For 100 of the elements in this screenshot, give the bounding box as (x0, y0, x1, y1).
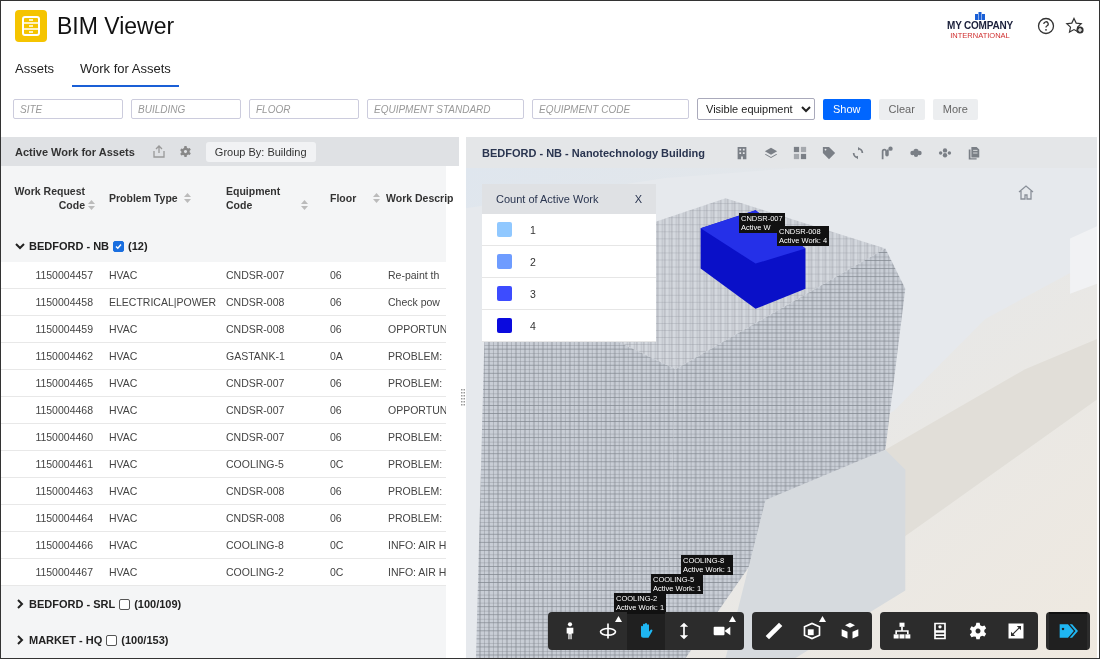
panel-title: Active Work for Assets (15, 145, 135, 158)
filter-field[interactable]: FLOOR (249, 99, 359, 119)
legend-label: 1 (530, 223, 536, 236)
legend-label: 2 (530, 255, 536, 268)
column-header: Problem Type (109, 191, 179, 205)
secondary-button[interactable]: More (932, 98, 978, 120)
table-cell-text: PROBLEM: (387, 485, 444, 497)
table-cell-text: CNDSR-008 (225, 512, 286, 524)
table-cell-text: 1150004461 (34, 458, 94, 470)
help-icon[interactable] (1037, 17, 1055, 35)
group-name: BEDFORD - NB (29, 240, 110, 252)
table-cell-text: INFO: AIR H (387, 539, 446, 551)
table-cell-text: 1150004457 (34, 269, 94, 281)
table-cell-text: COOLING-5 (225, 458, 285, 470)
table-cell-text: PROBLEM: (387, 431, 444, 443)
column-header: Work Descrip (386, 191, 454, 205)
app-title: BIM Viewer (57, 12, 176, 40)
primary-button[interactable]: Show (823, 98, 871, 120)
legend-label: 4 (530, 319, 536, 332)
table-cell-text: 06 (329, 512, 343, 524)
table-cell-text: 0C (329, 566, 345, 578)
table-cell-text: CNDSR-007 (225, 431, 286, 443)
ruler-icon (764, 621, 784, 641)
filter-field[interactable]: SITE (13, 99, 123, 119)
table-cell-text: 06 (329, 377, 343, 389)
table-cell-text: 1150004465 (34, 377, 94, 389)
tags-icon (1058, 621, 1078, 641)
table-cell-text: 1150004458 (34, 296, 94, 308)
table-cell-text: CNDSR-007 (225, 404, 286, 416)
secondary-button[interactable]: Clear (878, 98, 925, 120)
equipment-dropdown[interactable]: Visible equipment (697, 98, 815, 120)
group-count: (12) (128, 240, 148, 252)
settings-icon (968, 621, 988, 641)
table-cell-text: HVAC (108, 512, 139, 524)
column-header: Equipment Code (226, 184, 282, 212)
table-cell-text: GASTANK-1 (225, 350, 286, 362)
filter-field[interactable]: BUILDING (131, 99, 241, 119)
group-by-button[interactable]: Group By: Building (205, 141, 316, 162)
section-box-icon (802, 621, 822, 641)
app-logo-icon (15, 10, 47, 42)
table-cell-text: Re-paint th (387, 269, 441, 281)
table-cell-text: CNDSR-007 (225, 377, 286, 389)
close-button[interactable]: X (634, 193, 642, 205)
legend-label: 3 (530, 287, 536, 300)
table-cell-text: HVAC (108, 323, 139, 335)
table-cell-text: HVAC (108, 377, 139, 389)
group-name: MARKET - HQ (29, 634, 103, 646)
fullscreen-icon (1006, 621, 1026, 641)
table-cell-text: Check pow (387, 296, 441, 308)
table-cell-text: HVAC (108, 458, 139, 470)
menu-triangle-icon (615, 616, 622, 622)
chevron-right-icon[interactable] (15, 599, 25, 609)
table-cell-text: 1150004460 (34, 431, 94, 443)
hierarchy-icon (892, 621, 912, 641)
chevron-right-icon[interactable] (15, 635, 25, 645)
checkbox[interactable] (106, 634, 118, 646)
menu-triangle-icon (819, 616, 826, 622)
table-cell-text: HVAC (108, 350, 139, 362)
table-cell-text: 0C (329, 458, 345, 470)
table-cell-text: CNDSR-007 (225, 269, 286, 281)
table-cell-text: HVAC (108, 485, 139, 497)
table-cell-text: 1150004468 (34, 404, 94, 416)
column-header: Work Request Code (13, 184, 85, 212)
table-cell-text: PROBLEM: (387, 512, 444, 524)
table-cell-text: PROBLEM: (387, 458, 444, 470)
checkbox[interactable] (119, 598, 131, 610)
table-cell-text: COOLING-8 (225, 539, 285, 551)
splitter-handle-icon[interactable] (460, 388, 465, 407)
table-cell-text: OPPORTUN (387, 323, 446, 335)
favorite-add-icon[interactable] (1065, 17, 1085, 35)
table-cell-text: 06 (329, 485, 343, 497)
table-cell-text: CNDSR-008 (225, 296, 286, 308)
toolbar-button[interactable] (627, 612, 665, 650)
viewer-title: BEDFORD - NB - Nanotechnology Building (482, 146, 706, 159)
tab[interactable]: Assets (7, 51, 62, 87)
table-cell-text: 06 (329, 269, 343, 281)
chevron-down-icon[interactable] (15, 241, 25, 251)
legend-title: Count of Active Work (496, 193, 599, 205)
table-cell-text: PROBLEM: (387, 377, 444, 389)
table-cell-text: HVAC (108, 431, 139, 443)
table-cell-text: 1150004467 (34, 566, 94, 578)
group-count: (100/153) (121, 634, 169, 646)
settings-icon[interactable] (178, 145, 192, 158)
checkbox[interactable] (113, 240, 125, 252)
filter-field[interactable]: EQUIPMENT CODE (532, 99, 689, 119)
table-cell-text: 1150004463 (34, 485, 94, 497)
table-cell-text: 0A (329, 350, 344, 362)
cubes-icon (840, 621, 860, 641)
table-cell-text: OPPORTUN (387, 404, 446, 416)
table-cell-text: 1150004466 (34, 539, 94, 551)
filter-field[interactable]: EQUIPMENT STANDARD (367, 99, 524, 119)
table-cell-text: CNDSR-008 (225, 323, 286, 335)
table-cell-text: COOLING-2 (225, 566, 285, 578)
toolbar-button[interactable] (1049, 612, 1087, 650)
table-cell-text: 06 (329, 323, 343, 335)
tab[interactable]: Work for Assets (72, 51, 179, 87)
table-cell-text: CNDSR-008 (225, 485, 286, 497)
company-name: MY COMPANY (947, 20, 1013, 31)
table-cell-text: 1150004459 (34, 323, 94, 335)
table-cell-text: 06 (329, 404, 343, 416)
